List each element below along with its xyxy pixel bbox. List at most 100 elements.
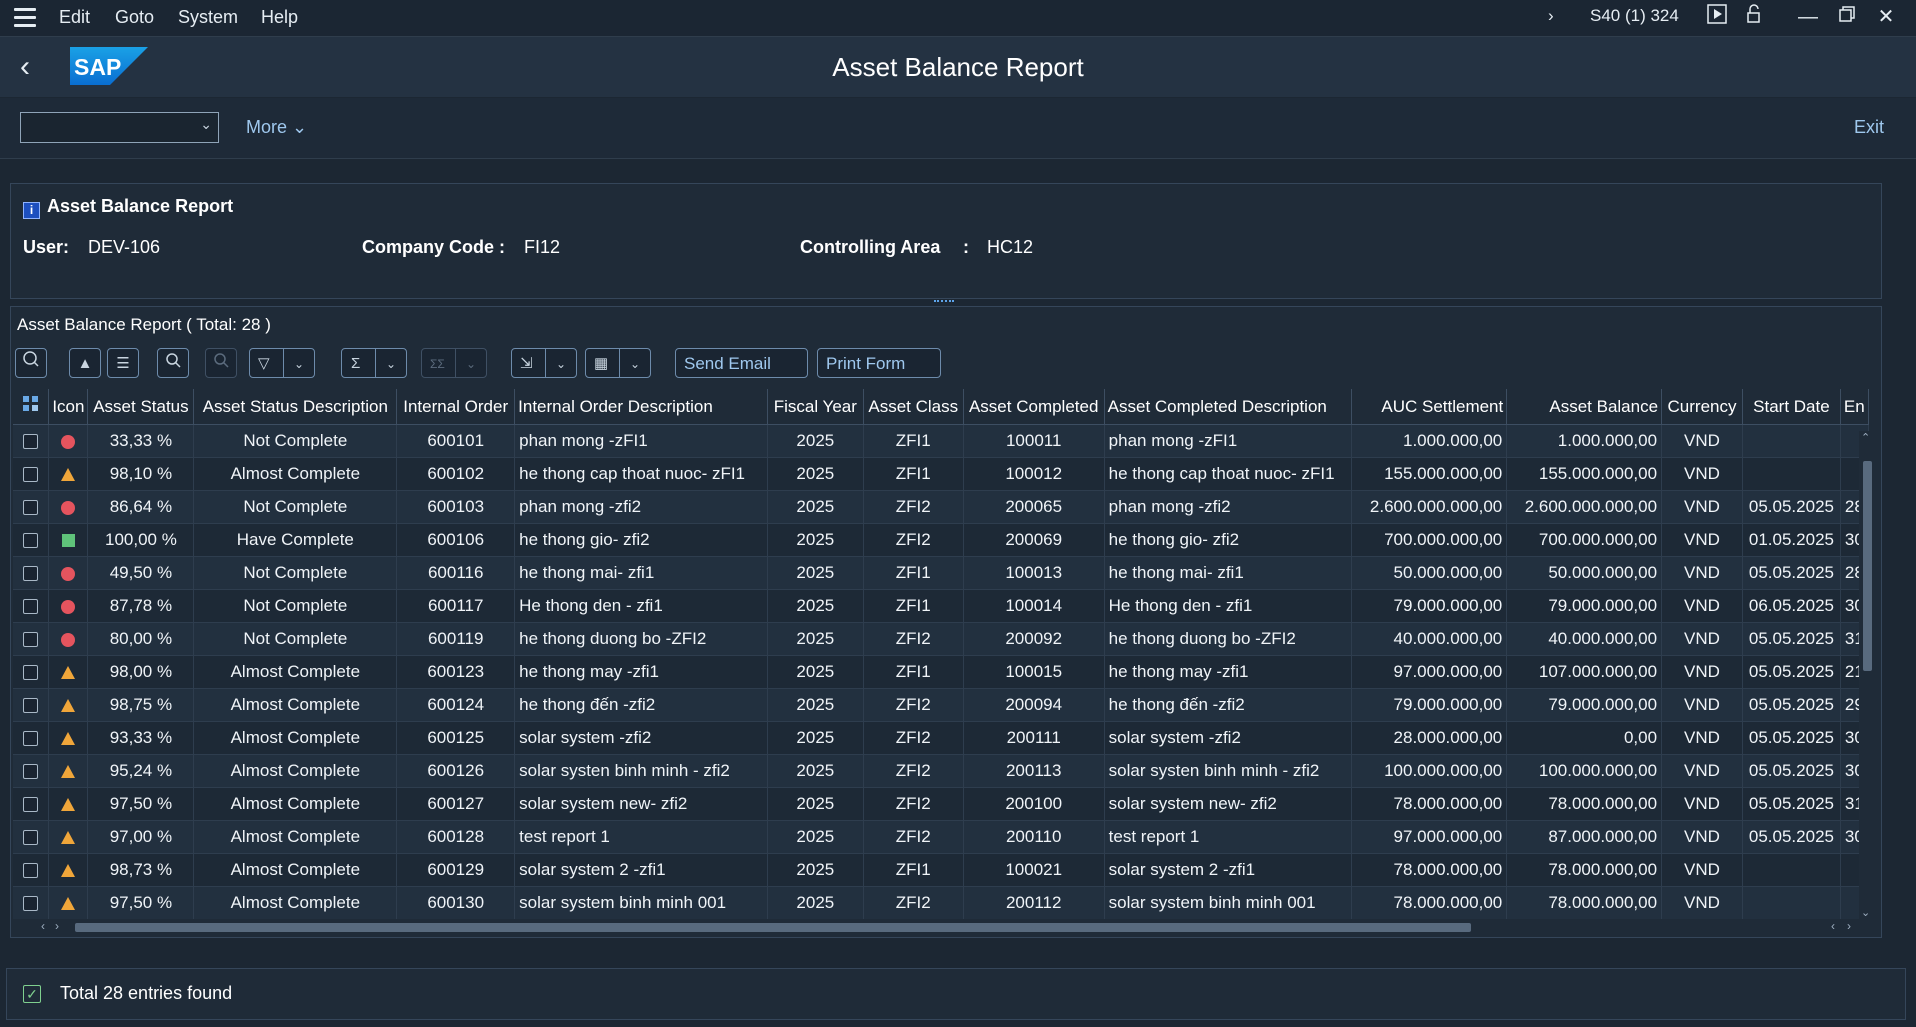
find-next-button[interactable] [205, 348, 237, 378]
table-row[interactable]: 49,50 % Not Complete 600116 he thong mai- z… [13, 556, 1869, 590]
row-checkbox[interactable] [23, 500, 39, 516]
play-icon[interactable] [1704, 4, 1730, 30]
column-header[interactable]: Asset Status Description [193, 389, 398, 425]
scroll-down-icon[interactable]: ⌄ [1861, 906, 1870, 919]
vertical-scroll-thumb[interactable] [1863, 461, 1872, 671]
splitter-handle[interactable] [934, 300, 954, 305]
row-selector[interactable] [13, 787, 50, 821]
select-all-header[interactable] [13, 389, 50, 425]
horizontal-scrollbar[interactable]: ‹ › ‹ › [41, 919, 1851, 935]
row-checkbox[interactable] [23, 632, 39, 648]
filter-button[interactable]: ▽ ⌄ [249, 348, 315, 378]
export-button[interactable]: ⇲ ⌄ [511, 348, 577, 378]
column-header[interactable]: Asset Balance [1506, 389, 1663, 425]
restore-icon[interactable] [1834, 4, 1860, 30]
row-checkbox[interactable] [23, 764, 39, 780]
hamburger-menu-icon[interactable] [14, 8, 36, 28]
sum-button[interactable]: Σ ⌄ [341, 348, 407, 378]
row-checkbox[interactable] [23, 896, 39, 912]
close-icon[interactable]: ✕ [1873, 4, 1899, 30]
row-selector[interactable] [13, 688, 50, 722]
scroll-left-icon[interactable]: ‹ [1831, 919, 1835, 933]
row-checkbox[interactable] [23, 434, 39, 450]
column-header[interactable]: Internal Order Description [514, 389, 768, 425]
minimize-icon[interactable]: — [1795, 4, 1821, 30]
send-email-button[interactable]: Send Email [675, 348, 808, 378]
row-checkbox[interactable] [23, 797, 39, 813]
column-header[interactable]: Internal Order [396, 389, 516, 425]
row-selector[interactable] [13, 721, 50, 755]
table-row[interactable]: 87,78 % Not Complete 600117 He thong den - … [13, 589, 1869, 623]
layout-select[interactable]: ⌄ [20, 112, 219, 143]
row-selector[interactable] [13, 820, 50, 854]
row-checkbox[interactable] [23, 599, 39, 615]
column-header[interactable]: Asset Status [87, 389, 195, 425]
row-selector[interactable] [13, 490, 50, 524]
menu-goto[interactable]: Goto [115, 7, 154, 28]
column-header[interactable]: AUC Settlement [1351, 389, 1508, 425]
table-row[interactable]: 86,64 % Not Complete 600103 phan mong -zfi2… [13, 490, 1869, 524]
horizontal-scroll-thumb[interactable] [75, 923, 1471, 932]
row-selector[interactable] [13, 886, 50, 919]
table-row[interactable]: 93,33 % Almost Complete 600125 solar system… [13, 721, 1869, 755]
row-selector[interactable] [13, 853, 50, 887]
row-checkbox[interactable] [23, 665, 39, 681]
scroll-right-icon[interactable]: › [55, 919, 59, 933]
chevron-down-icon[interactable]: ⌄ [375, 349, 406, 377]
row-checkbox[interactable] [23, 533, 39, 549]
row-checkbox[interactable] [23, 731, 39, 747]
row-checkbox[interactable] [23, 467, 39, 483]
table-row[interactable]: 98,10 % Almost Complete 600102 he thong cap… [13, 457, 1869, 491]
lock-icon[interactable] [1742, 4, 1768, 30]
details-button[interactable] [15, 348, 47, 378]
row-checkbox[interactable] [23, 830, 39, 846]
row-checkbox[interactable] [23, 863, 39, 879]
row-selector[interactable] [13, 556, 50, 590]
more-button[interactable]: More ⌄ [246, 117, 307, 138]
exit-button[interactable]: Exit [1854, 117, 1884, 138]
scroll-up-icon[interactable]: ⌃ [1861, 431, 1870, 444]
table-row[interactable]: 97,00 % Almost Complete 600128 test report … [13, 820, 1869, 854]
table-row[interactable]: 98,75 % Almost Complete 600124 he thong đến… [13, 688, 1869, 722]
subtotal-button[interactable]: ΣΣ ⌄ [421, 348, 487, 378]
row-selector[interactable] [13, 424, 50, 458]
row-selector[interactable] [13, 457, 50, 491]
chevron-down-icon[interactable]: ⌄ [283, 349, 314, 377]
table-row[interactable]: 97,50 % Almost Complete 600130 solar system… [13, 886, 1869, 919]
chevron-down-icon[interactable]: ⌄ [619, 349, 650, 377]
table-row[interactable]: 95,24 % Almost Complete 600126 solar systen… [13, 754, 1869, 788]
column-header[interactable]: En [1840, 389, 1869, 425]
column-header[interactable]: Currency [1661, 389, 1743, 425]
menu-help[interactable]: Help [261, 7, 298, 28]
chevron-down-icon[interactable]: ⌄ [545, 349, 576, 377]
chevron-right-icon[interactable]: › [1548, 6, 1554, 26]
menu-edit[interactable]: Edit [59, 7, 90, 28]
column-header[interactable]: Start Date [1742, 389, 1841, 425]
menu-system[interactable]: System [178, 7, 238, 28]
column-header[interactable]: Fiscal Year [767, 389, 864, 425]
row-checkbox[interactable] [23, 566, 39, 582]
vertical-scrollbar[interactable]: ⌃ ⌄ [1859, 431, 1875, 921]
row-checkbox[interactable] [23, 698, 39, 714]
scroll-right-icon[interactable]: › [1847, 919, 1851, 933]
column-header[interactable]: Asset Completed Description [1104, 389, 1353, 425]
table-row[interactable]: 33,33 % Not Complete 600101 phan mong -zFI1… [13, 424, 1869, 458]
row-selector[interactable] [13, 754, 50, 788]
table-row[interactable]: 98,73 % Almost Complete 600129 solar system… [13, 853, 1869, 887]
row-selector[interactable] [13, 622, 50, 656]
print-form-button[interactable]: Print Form [817, 348, 941, 378]
sort-ascending-button[interactable]: ▲ [69, 348, 101, 378]
sort-descending-button[interactable]: ☰ [107, 348, 139, 378]
table-row[interactable]: 80,00 % Not Complete 600119 he thong duong … [13, 622, 1869, 656]
column-header[interactable]: Asset Class [863, 389, 964, 425]
row-selector[interactable] [13, 589, 50, 623]
column-header[interactable]: Asset Completed [963, 389, 1105, 425]
row-selector[interactable] [13, 655, 50, 689]
column-header[interactable]: Icon [48, 389, 89, 425]
layout-button[interactable]: ▦ ⌄ [585, 348, 651, 378]
table-row[interactable]: 97,50 % Almost Complete 600127 solar system… [13, 787, 1869, 821]
table-row[interactable]: 98,00 % Almost Complete 600123 he thong may… [13, 655, 1869, 689]
chevron-down-icon[interactable]: ⌄ [455, 349, 486, 377]
scroll-left-icon[interactable]: ‹ [41, 919, 45, 933]
find-button[interactable] [157, 348, 189, 378]
